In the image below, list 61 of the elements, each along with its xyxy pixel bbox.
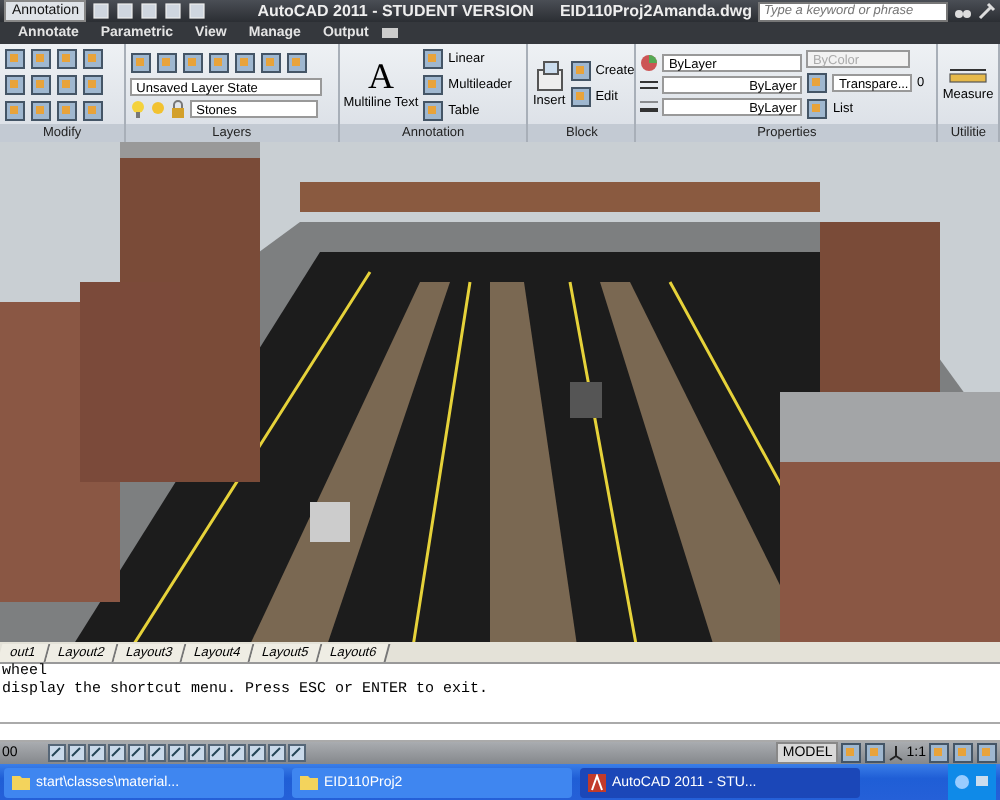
drafting-toggle-icon[interactable] xyxy=(68,744,86,762)
tool-icon[interactable] xyxy=(976,742,998,764)
wrench-icon[interactable] xyxy=(978,2,996,21)
tool-icon[interactable] xyxy=(56,47,78,70)
tool-icon[interactable] xyxy=(234,51,257,74)
tool-icon[interactable] xyxy=(806,97,829,120)
tool-icon[interactable] xyxy=(56,99,78,122)
tool-icon[interactable] xyxy=(806,71,829,94)
drafting-toggle-icon[interactable] xyxy=(168,744,186,762)
tool-icon[interactable] xyxy=(569,60,592,83)
drafting-toggle-icon[interactable] xyxy=(48,744,66,762)
window-title: AutoCAD 2011 - STUDENT VERSION xyxy=(257,2,534,21)
tool-icon[interactable] xyxy=(82,99,104,122)
text-letter-icon[interactable]: A xyxy=(367,58,394,95)
drafting-toggle-icon[interactable] xyxy=(268,744,286,762)
drafting-toggle-icon[interactable] xyxy=(88,744,106,762)
lightbulb-icon[interactable] xyxy=(130,99,147,118)
tool-icon[interactable] xyxy=(208,51,231,74)
linetype-icon[interactable] xyxy=(640,75,659,94)
tool-icon[interactable] xyxy=(260,51,283,74)
monitor-icon[interactable] xyxy=(974,774,990,790)
tool-icon[interactable] xyxy=(156,51,179,74)
tool-icon[interactable] xyxy=(182,51,205,74)
tool-icon[interactable] xyxy=(30,47,52,70)
tool-icon[interactable] xyxy=(569,86,592,109)
tool-icon[interactable] xyxy=(56,73,78,96)
color-wheel-icon[interactable] xyxy=(640,53,659,72)
tool-icon[interactable] xyxy=(840,742,863,764)
tool-icon[interactable] xyxy=(82,47,104,70)
tool-icon[interactable] xyxy=(422,99,445,122)
drafting-toggle-icon[interactable] xyxy=(288,744,306,762)
padlock-icon[interactable] xyxy=(170,99,187,118)
camera-icon[interactable] xyxy=(380,26,401,41)
tool-icon[interactable] xyxy=(952,742,974,764)
folder-icon xyxy=(300,774,318,790)
tool-icon[interactable] xyxy=(864,742,887,764)
tool-icon[interactable] xyxy=(130,51,153,74)
tool-icon[interactable] xyxy=(30,73,52,96)
drafting-toggle-icon[interactable] xyxy=(208,744,226,762)
lineweight-icon[interactable] xyxy=(640,97,659,116)
tool-icon[interactable] xyxy=(422,47,445,70)
tool-icon[interactable] xyxy=(82,73,104,96)
drafting-toggle-icon[interactable] xyxy=(228,744,246,762)
drafting-toggle-icon[interactable] xyxy=(188,744,206,762)
file-name: EID110Proj2Amanda.dwg xyxy=(559,2,752,21)
tool-icon[interactable] xyxy=(4,73,26,96)
insert-block-icon[interactable] xyxy=(533,60,566,93)
drafting-toggle-icon[interactable] xyxy=(108,744,126,762)
app-icon xyxy=(588,773,606,791)
drafting-toggle-icon[interactable] xyxy=(148,744,166,762)
drafting-toggle-icon[interactable] xyxy=(128,744,146,762)
tool-icon[interactable] xyxy=(30,99,52,122)
ruler-icon[interactable] xyxy=(948,66,989,87)
tool-icon[interactable] xyxy=(4,99,26,122)
drafting-toggle-icon[interactable] xyxy=(248,744,266,762)
tool-icon[interactable] xyxy=(4,47,26,70)
tool-icon[interactable] xyxy=(422,73,445,96)
annotation-scale-icon[interactable] xyxy=(888,744,905,762)
tool-icon[interactable] xyxy=(286,51,309,74)
folder-icon xyxy=(12,774,30,790)
tool-icon[interactable] xyxy=(928,742,950,764)
